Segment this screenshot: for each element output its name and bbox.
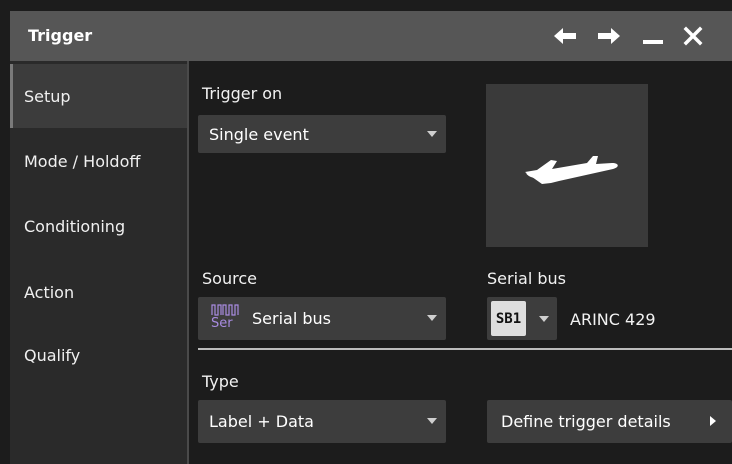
arrow-right-icon[interactable] bbox=[592, 21, 626, 51]
sidebar-item-setup[interactable]: Setup bbox=[10, 64, 187, 128]
serial-bus-protocol: ARINC 429 bbox=[570, 310, 656, 329]
arrow-left-icon[interactable] bbox=[548, 21, 582, 51]
title-bar: Trigger bbox=[10, 11, 732, 61]
sidebar-item-mode-holdoff[interactable]: Mode / Holdoff bbox=[10, 129, 187, 193]
sidebar: Setup Mode / Holdoff Conditioning Action… bbox=[10, 61, 187, 464]
chevron-down-icon bbox=[427, 418, 437, 424]
serial-bus-label: Serial bus bbox=[487, 269, 566, 288]
serial-bus-selector-value: SB1 bbox=[491, 301, 526, 336]
source-label: Source bbox=[202, 269, 257, 288]
type-label: Type bbox=[202, 372, 239, 391]
sidebar-item-action[interactable]: Action bbox=[10, 260, 187, 324]
sidebar-item-label: Conditioning bbox=[24, 216, 126, 236]
airplane-icon bbox=[525, 155, 618, 184]
chevron-down-icon bbox=[539, 316, 549, 322]
sidebar-item-label: Action bbox=[24, 282, 75, 302]
source-value: Serial bus bbox=[252, 309, 331, 328]
source-dropdown[interactable]: Ser Serial bus bbox=[198, 297, 446, 340]
serial-bus-icon: Ser bbox=[211, 303, 241, 331]
chevron-down-icon bbox=[427, 131, 437, 137]
trigger-on-dropdown[interactable]: Single event bbox=[198, 115, 446, 153]
window-title: Trigger bbox=[28, 26, 93, 45]
chevron-down-icon bbox=[427, 315, 437, 321]
trigger-preview bbox=[486, 84, 648, 247]
trigger-on-value: Single event bbox=[209, 124, 309, 144]
sidebar-item-conditioning[interactable]: Conditioning bbox=[10, 194, 187, 258]
section-divider bbox=[198, 348, 732, 350]
sidebar-item-label: Qualify bbox=[24, 345, 81, 365]
trigger-dialog: Trigger Setup Mode / Holdoff Conditionin… bbox=[0, 0, 732, 464]
setup-panel: Trigger on Single event Source Ser Seria… bbox=[187, 61, 732, 464]
define-trigger-details-button[interactable]: Define trigger details bbox=[487, 400, 732, 443]
sidebar-item-label: Mode / Holdoff bbox=[24, 151, 141, 171]
sidebar-item-label: Setup bbox=[24, 86, 71, 106]
define-trigger-details-label: Define trigger details bbox=[501, 412, 671, 431]
serial-bus-selector[interactable]: SB1 bbox=[487, 297, 557, 340]
chevron-right-icon bbox=[710, 416, 716, 426]
minimize-icon[interactable] bbox=[636, 21, 670, 51]
close-icon[interactable] bbox=[676, 21, 710, 51]
type-value: Label + Data bbox=[209, 412, 314, 431]
trigger-on-label: Trigger on bbox=[202, 84, 283, 103]
type-dropdown[interactable]: Label + Data bbox=[198, 400, 446, 443]
sidebar-item-qualify[interactable]: Qualify bbox=[10, 323, 187, 387]
serial-bus-icon-text: Ser bbox=[211, 316, 233, 331]
